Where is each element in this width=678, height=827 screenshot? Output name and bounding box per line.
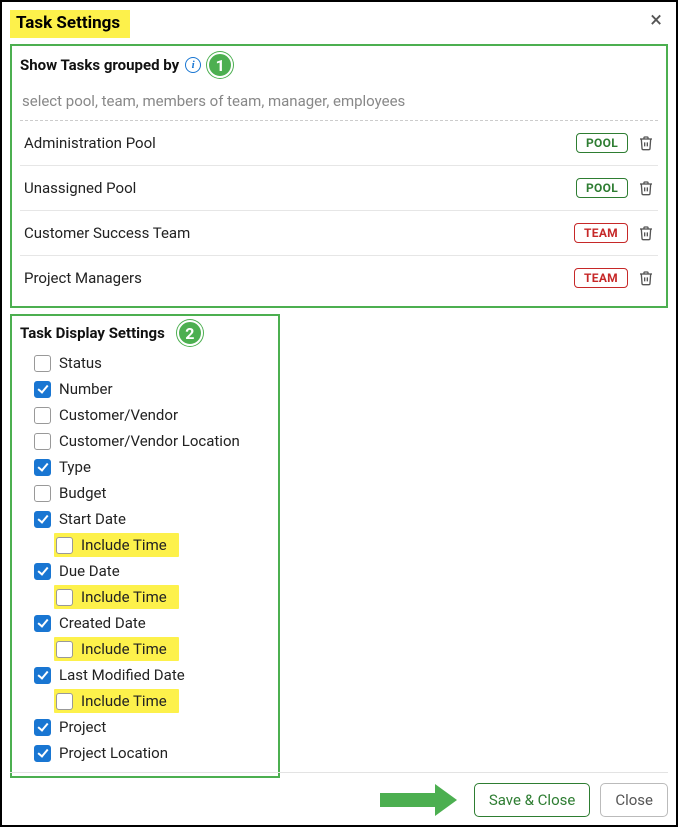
display-settings-section: Task Display Settings 2 Status Number Cust… xyxy=(10,314,280,778)
display-option-row: Project xyxy=(34,714,272,740)
display-option-row: Number xyxy=(34,376,272,402)
display-option-label: Number xyxy=(59,380,113,398)
group-by-input[interactable]: select pool, team, members of team, mana… xyxy=(20,86,658,121)
display-option-label: Project xyxy=(59,718,106,736)
display-option-label: Project Location xyxy=(59,744,168,762)
display-option-checkbox[interactable] xyxy=(34,745,51,762)
display-option-checkbox[interactable] xyxy=(34,355,51,372)
group-item-name: Customer Success Team xyxy=(24,224,190,242)
display-option-row: Start Date xyxy=(34,506,272,532)
info-icon[interactable]: i xyxy=(185,57,201,73)
display-option-row: Include Time xyxy=(56,688,272,714)
display-option-checkbox[interactable] xyxy=(34,433,51,450)
team-badge: TEAM xyxy=(574,268,628,288)
close-button[interactable]: Close xyxy=(600,783,668,817)
pool-badge: POOL xyxy=(576,133,628,153)
display-option-label: Customer/Vendor Location xyxy=(59,432,240,450)
display-option-label: Include Time xyxy=(81,692,167,710)
display-option-checkbox[interactable] xyxy=(56,589,73,606)
display-option-label: Include Time xyxy=(81,588,167,606)
display-option-row: Status xyxy=(34,350,272,376)
group-by-section: Show Tasks grouped by i 1 select pool, t… xyxy=(10,44,668,308)
display-option-checkbox[interactable] xyxy=(34,719,51,736)
display-option-row: Customer/Vendor Location xyxy=(34,428,272,454)
group-item: Administration Pool POOL xyxy=(20,121,658,166)
group-by-header: Show Tasks grouped by i 1 xyxy=(20,52,658,78)
display-option-checkbox[interactable] xyxy=(34,407,51,424)
display-option-row: Type xyxy=(34,454,272,480)
group-item: Customer Success Team TEAM xyxy=(20,211,658,256)
trash-icon[interactable] xyxy=(638,134,654,152)
display-option-checkbox[interactable] xyxy=(56,641,73,658)
display-option-row: Project Location xyxy=(34,740,272,766)
team-badge: TEAM xyxy=(574,223,628,243)
group-by-label: Show Tasks grouped by xyxy=(20,56,179,74)
trash-icon[interactable] xyxy=(638,179,654,197)
display-option-label: Budget xyxy=(59,484,106,502)
display-option-label: Include Time xyxy=(81,536,167,554)
callout-badge-1: 1 xyxy=(207,52,233,78)
trash-icon[interactable] xyxy=(638,269,654,287)
dialog-title: Task Settings xyxy=(16,13,120,33)
display-option-checkbox[interactable] xyxy=(56,537,73,554)
display-options-list: Status Number Customer/Vendor Customer/Vend… xyxy=(18,350,272,766)
group-list: Administration Pool POOL Unassigned Pool PO… xyxy=(20,121,658,300)
display-option-label: Type xyxy=(59,458,91,476)
display-option-label: Created Date xyxy=(59,614,146,632)
display-option-row: Budget xyxy=(34,480,272,506)
display-option-checkbox[interactable] xyxy=(34,459,51,476)
display-option-row: Include Time xyxy=(56,584,272,610)
display-option-checkbox[interactable] xyxy=(34,485,51,502)
trash-icon[interactable] xyxy=(638,224,654,242)
display-option-checkbox[interactable] xyxy=(34,511,51,528)
group-item: Project Managers TEAM xyxy=(20,256,658,300)
display-option-row: Last Modified Date xyxy=(34,662,272,688)
display-option-row: Due Date xyxy=(34,558,272,584)
display-option-row: Customer/Vendor xyxy=(34,402,272,428)
callout-badge-2: 2 xyxy=(177,320,203,346)
close-icon[interactable]: × xyxy=(644,10,668,32)
display-settings-header: Task Display Settings 2 xyxy=(18,320,272,346)
display-option-label: Status xyxy=(59,354,102,372)
display-settings-title: Task Display Settings xyxy=(20,324,165,342)
display-option-label: Due Date xyxy=(59,562,120,580)
pool-badge: POOL xyxy=(576,178,628,198)
display-option-label: Customer/Vendor xyxy=(59,406,178,424)
dialog-header: Task Settings × xyxy=(10,10,668,38)
display-option-checkbox[interactable] xyxy=(34,381,51,398)
display-option-label: Start Date xyxy=(59,510,126,528)
save-and-close-button[interactable]: Save & Close xyxy=(474,783,591,817)
title-highlight: Task Settings xyxy=(10,10,130,38)
display-option-checkbox[interactable] xyxy=(34,615,51,632)
group-item-name: Administration Pool xyxy=(24,134,156,152)
group-item-name: Unassigned Pool xyxy=(24,179,136,197)
arrow-annotation xyxy=(380,784,457,816)
display-option-checkbox[interactable] xyxy=(34,667,51,684)
dialog-footer: Save & Close Close xyxy=(10,772,668,817)
display-option-row: Include Time xyxy=(56,636,272,662)
task-settings-dialog: Task Settings × Show Tasks grouped by i … xyxy=(0,0,678,827)
display-option-checkbox[interactable] xyxy=(56,693,73,710)
display-option-row: Created Date xyxy=(34,610,272,636)
group-item: Unassigned Pool POOL xyxy=(20,166,658,211)
display-option-label: Last Modified Date xyxy=(59,666,185,684)
display-option-row: Include Time xyxy=(56,532,272,558)
display-option-label: Include Time xyxy=(81,640,167,658)
display-option-checkbox[interactable] xyxy=(34,563,51,580)
group-item-name: Project Managers xyxy=(24,269,142,287)
